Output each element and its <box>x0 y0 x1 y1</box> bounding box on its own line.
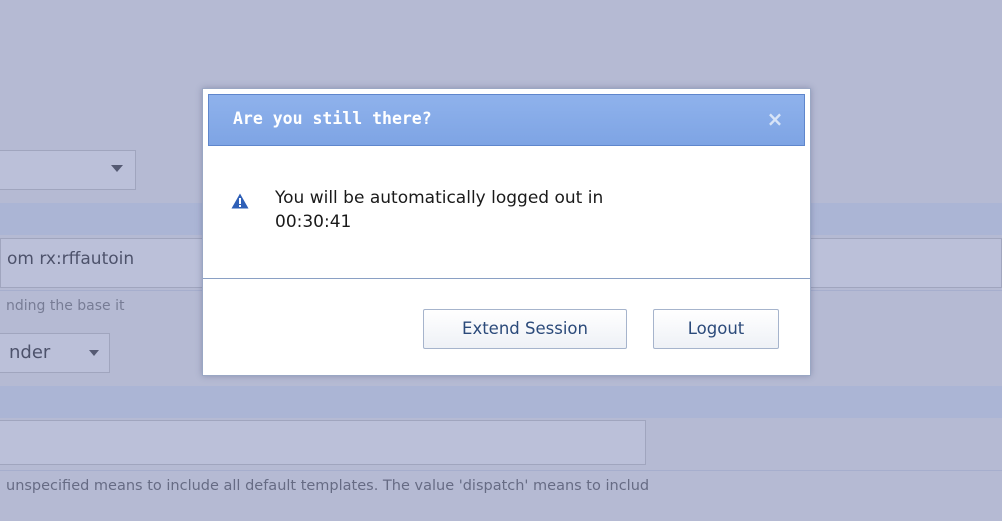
session-timeout-dialog: Are you still there? × You will be autom… <box>202 88 811 376</box>
close-icon[interactable]: × <box>764 108 786 130</box>
extend-session-button[interactable]: Extend Session <box>423 309 627 349</box>
dialog-divider <box>203 278 810 279</box>
logout-button[interactable]: Logout <box>653 309 779 349</box>
dialog-message: You will be automatically logged out in … <box>275 186 745 234</box>
logout-warning-text: You will be automatically logged out in <box>275 188 604 208</box>
dialog-header: Are you still there? × <box>208 94 805 146</box>
dialog-title: Are you still there? <box>233 109 432 128</box>
warning-icon <box>231 193 249 209</box>
countdown-timer: 00:30:41 <box>275 212 352 232</box>
